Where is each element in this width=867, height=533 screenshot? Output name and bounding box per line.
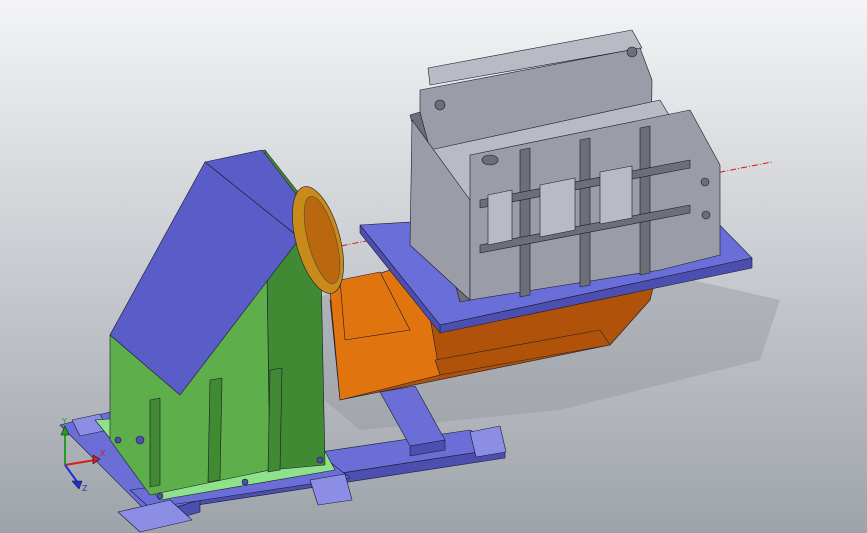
3d-model-viewport[interactable]: Y X Z: [0, 0, 867, 533]
model-canvas: Y X Z: [0, 0, 867, 533]
triad-x-label: X: [100, 449, 106, 458]
triad-y-label: Y: [61, 417, 67, 426]
triad-z-label: Z: [82, 484, 88, 493]
